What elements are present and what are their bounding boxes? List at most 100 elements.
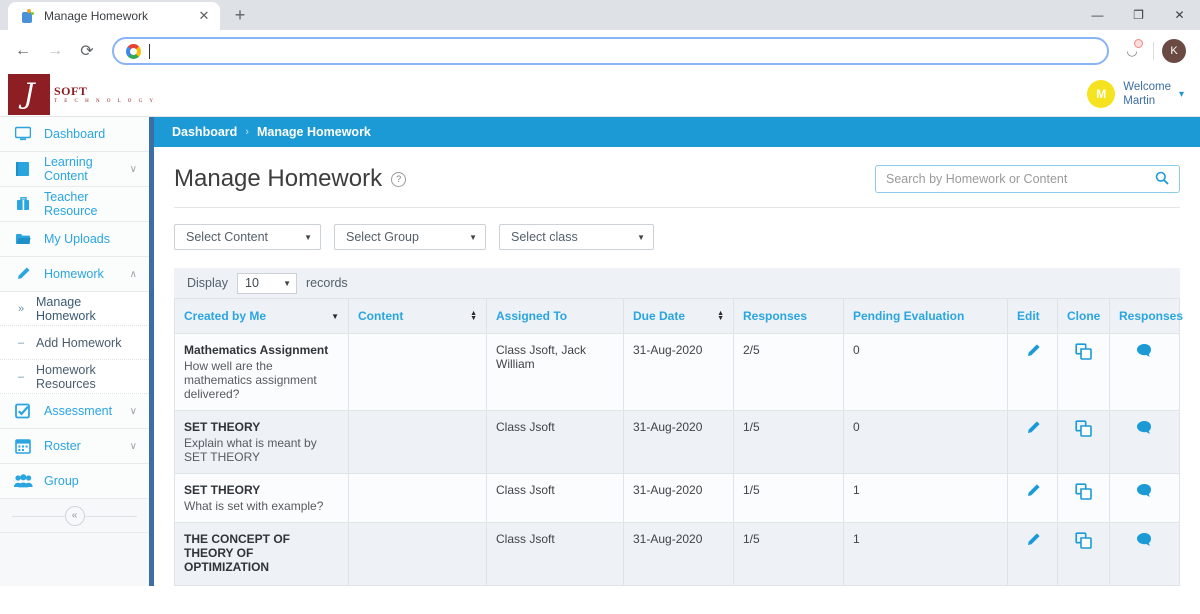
monitor-icon xyxy=(12,126,34,142)
cell-clone[interactable] xyxy=(1057,473,1110,523)
logo-mark: J xyxy=(8,73,50,115)
reload-icon[interactable]: ⟳ xyxy=(72,36,102,66)
sidebar-collapse-row: « xyxy=(0,499,149,533)
breadcrumb-current: Manage Homework xyxy=(256,125,371,139)
sidebar-item-dashboard[interactable]: Dashboard xyxy=(0,117,149,152)
main-content: Dashboard › Manage Homework Manage Homew… xyxy=(154,117,1200,586)
cell-pending-evaluation: 0 xyxy=(843,410,1008,474)
sidebar-subitem-manage-homework[interactable]: » Manage Homework xyxy=(0,292,149,326)
collapse-sidebar-button[interactable]: « xyxy=(64,505,85,526)
cell-content xyxy=(348,333,487,411)
select-content-dropdown[interactable]: Select Content ▼ xyxy=(174,224,321,250)
select-class-dropdown[interactable]: Select class ▼ xyxy=(499,224,654,250)
table-row[interactable]: SET THEORY Explain what is meant by SET … xyxy=(174,410,1180,474)
user-greeting: Welcome xyxy=(1123,81,1171,93)
copy-icon[interactable] xyxy=(1074,483,1093,501)
cell-created-by-me: SET THEORY What is set with example? xyxy=(174,473,349,523)
browser-tab[interactable]: Manage Homework ✕ xyxy=(8,2,220,30)
sidebar-item-assessment[interactable]: Assessment ∨ xyxy=(0,394,149,429)
cell-clone[interactable] xyxy=(1057,333,1110,411)
app-logo[interactable]: J SOFT T E C H N O L O G Y xyxy=(0,72,156,117)
comment-icon[interactable] xyxy=(1136,420,1153,435)
comment-icon[interactable] xyxy=(1136,532,1153,547)
extension-badge xyxy=(1134,39,1143,48)
select-class-label: Select class xyxy=(511,230,578,244)
pencil-icon[interactable] xyxy=(1025,532,1041,548)
window-close-icon[interactable]: ✕ xyxy=(1159,0,1200,30)
column-responses[interactable]: Responses xyxy=(733,298,844,334)
cell-edit[interactable] xyxy=(1007,410,1058,474)
user-menu[interactable]: M Welcome Martin ▾ xyxy=(1087,80,1184,108)
pencil-icon[interactable] xyxy=(1025,343,1041,359)
select-group-dropdown[interactable]: Select Group ▼ xyxy=(334,224,486,250)
pencil-icon[interactable] xyxy=(1025,420,1041,436)
browser-profile-avatar[interactable]: K xyxy=(1162,39,1186,63)
chevron-down-icon: ∨ xyxy=(129,405,137,417)
column-content[interactable]: Content ▲ ▼ xyxy=(348,298,487,334)
sidebar-item-group[interactable]: Group xyxy=(0,464,149,499)
sidebar-item-teacher-resource[interactable]: Teacher Resource xyxy=(0,187,149,222)
sort-desc-icon[interactable]: ▼ xyxy=(331,312,339,321)
sort-both-icon[interactable]: ▲ ▼ xyxy=(470,310,477,322)
copy-icon[interactable] xyxy=(1074,532,1093,550)
records-per-page-dropdown[interactable]: 10 ▼ xyxy=(237,272,297,294)
cell-assigned-to: Class Jsoft xyxy=(486,410,624,474)
sidebar-item-roster[interactable]: Roster ∨ xyxy=(0,429,149,464)
cell-clone[interactable] xyxy=(1057,410,1110,474)
breadcrumb-dashboard[interactable]: Dashboard xyxy=(172,125,237,139)
maximize-icon[interactable]: ❐ xyxy=(1118,0,1159,30)
search-box[interactable] xyxy=(875,165,1180,193)
cell-responses-action[interactable] xyxy=(1109,333,1180,411)
new-tab-button[interactable]: + xyxy=(226,2,254,30)
chevron-down-icon: ▼ xyxy=(304,232,312,242)
column-pending-evaluation[interactable]: Pending Evaluation xyxy=(843,298,1008,334)
cell-pending-evaluation: 0 xyxy=(843,333,1008,411)
cell-edit[interactable] xyxy=(1007,473,1058,523)
table-row[interactable]: SET THEORY What is set with example? Cla… xyxy=(174,473,1180,523)
sidebar-item-learning-content[interactable]: Learning Content ∨ xyxy=(0,152,149,187)
column-assigned-to[interactable]: Assigned To xyxy=(486,298,624,334)
column-created-by-me[interactable]: Created by Me ▼ xyxy=(174,298,349,334)
chevron-down-icon[interactable]: ▾ xyxy=(1179,89,1184,100)
sidebar-item-my-uploads[interactable]: My Uploads xyxy=(0,222,149,257)
cell-responses-action[interactable] xyxy=(1109,522,1180,586)
app-favicon-icon xyxy=(20,8,36,24)
display-prefix-label: Display xyxy=(187,276,228,290)
back-icon[interactable]: ← xyxy=(8,36,38,66)
sidebar-item-label: Roster xyxy=(44,439,81,453)
sidebar-subitem-add-homework[interactable]: – Add Homework xyxy=(0,326,149,360)
cell-edit[interactable] xyxy=(1007,333,1058,411)
cell-clone[interactable] xyxy=(1057,522,1110,586)
minimize-icon[interactable]: — xyxy=(1077,0,1118,30)
pencil-icon[interactable] xyxy=(1025,483,1041,499)
address-bar[interactable] xyxy=(112,37,1109,65)
search-input[interactable] xyxy=(886,172,1155,186)
forward-icon[interactable]: → xyxy=(40,36,70,66)
copy-icon[interactable] xyxy=(1074,420,1093,438)
breadcrumb-separator-icon: › xyxy=(245,126,249,138)
cell-responses-action[interactable] xyxy=(1109,410,1180,474)
comment-icon[interactable] xyxy=(1136,343,1153,358)
table-row[interactable]: THE CONCEPT OF THEORY OF OPTIMIZATION Cl… xyxy=(174,522,1180,586)
copy-icon[interactable] xyxy=(1074,343,1093,361)
cell-responses: 1/5 xyxy=(733,410,844,474)
comment-icon[interactable] xyxy=(1136,483,1153,498)
column-due-date[interactable]: Due Date ▲ ▼ xyxy=(623,298,734,334)
page-header: Manage Homework ? xyxy=(154,147,1200,193)
cell-responses-action[interactable] xyxy=(1109,473,1180,523)
help-icon[interactable]: ? xyxy=(391,171,407,187)
google-icon xyxy=(126,43,141,59)
extension-icon[interactable]: ◡ xyxy=(1119,38,1145,64)
search-icon[interactable] xyxy=(1155,171,1169,188)
homework-description: What is set with example? xyxy=(184,499,324,513)
table-row[interactable]: Mathematics Assignment How well are the … xyxy=(174,333,1180,411)
column-label: Pending Evaluation xyxy=(853,309,965,323)
cell-content xyxy=(348,410,487,474)
sidebar-subitem-homework-resources[interactable]: – Homework Resources xyxy=(0,360,149,394)
sort-both-icon[interactable]: ▲ ▼ xyxy=(717,310,724,322)
sidebar-item-homework[interactable]: Homework ∧ xyxy=(0,257,149,292)
chevron-down-icon: ∨ xyxy=(129,163,137,175)
cell-edit[interactable] xyxy=(1007,522,1058,586)
sidebar-item-label: Dashboard xyxy=(44,127,106,141)
close-icon[interactable]: ✕ xyxy=(196,8,212,24)
